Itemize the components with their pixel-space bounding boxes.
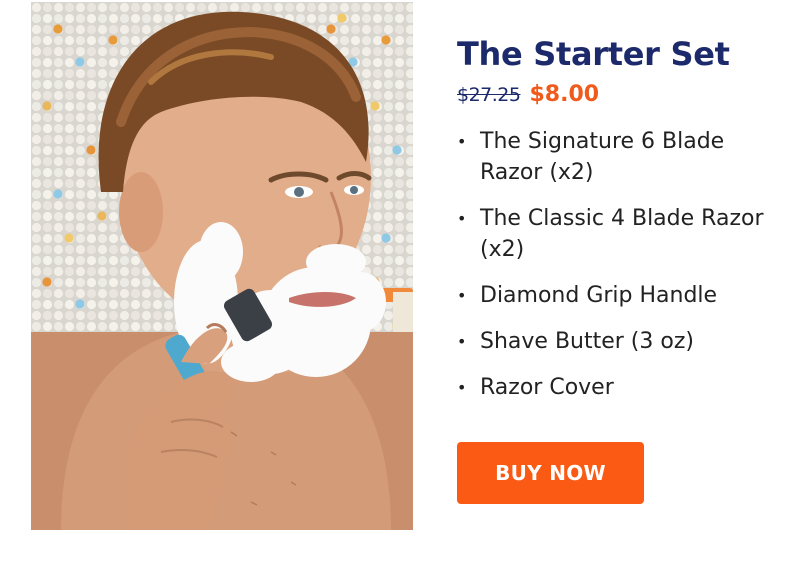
man-shaving-photo-icon — [31, 2, 413, 530]
list-item: • Diamond Grip Handle — [457, 280, 787, 311]
bullet-icon: • — [457, 132, 467, 151]
price-row: $27.25 $8.00 — [457, 82, 787, 110]
bullet-icon: • — [457, 332, 467, 351]
item-label: Razor Cover — [480, 375, 614, 400]
product-photo — [31, 2, 413, 530]
bullet-icon: • — [457, 286, 467, 305]
original-price: $27.25 — [457, 84, 521, 106]
list-item: • Razor Cover — [457, 372, 787, 403]
bullet-icon: • — [457, 378, 467, 397]
sale-price: $8.00 — [529, 82, 600, 107]
item-label: Shave Butter (3 oz) — [480, 329, 694, 354]
list-item: • The Classic 4 Blade Razor (x2) — [457, 203, 787, 265]
buy-now-button[interactable]: BUY NOW — [457, 442, 644, 504]
product-title: The Starter Set — [457, 35, 730, 73]
product-info: The Starter Set $27.25 $8.00 • The Signat… — [457, 36, 787, 418]
bullet-icon: • — [457, 209, 467, 228]
list-item: • The Signature 6 Blade Razor (x2) — [457, 126, 787, 188]
item-label: The Classic 4 Blade Razor (x2) — [480, 206, 764, 262]
list-item: • Shave Butter (3 oz) — [457, 326, 787, 357]
item-label: The Signature 6 Blade Razor (x2) — [480, 129, 725, 185]
item-label: Diamond Grip Handle — [480, 283, 718, 308]
included-items-list: • The Signature 6 Blade Razor (x2) • The C… — [457, 126, 787, 403]
